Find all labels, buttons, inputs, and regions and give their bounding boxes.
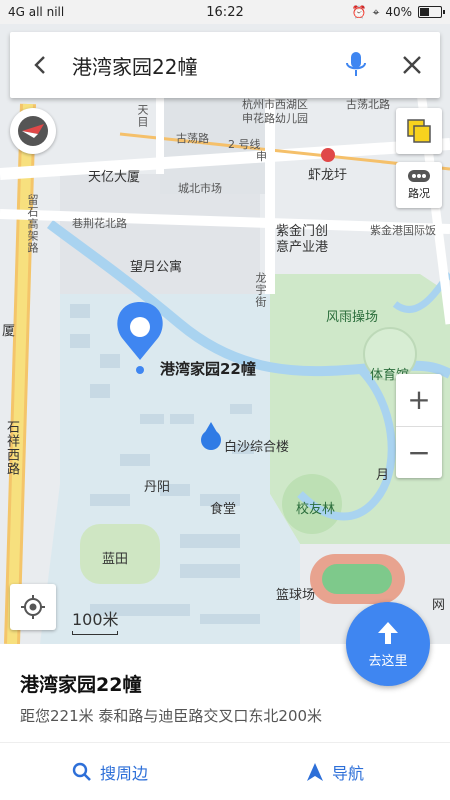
- close-icon: [403, 56, 421, 74]
- locate-button[interactable]: [10, 584, 56, 630]
- scale-label: 100米: [72, 610, 119, 629]
- map-label: 龙宇街: [254, 272, 267, 308]
- map-label: 巷荆花北路: [72, 217, 127, 230]
- map-label: 天目: [136, 104, 149, 128]
- map-label: 紫金港国际饭: [370, 224, 436, 237]
- status-right: ⏰ ⌖ 40%: [351, 4, 445, 20]
- map-label: 天亿大厦: [88, 170, 141, 185]
- microphone-icon: [346, 52, 366, 76]
- map-label: 虾龙圩: [308, 168, 348, 183]
- layers-button[interactable]: [396, 108, 442, 154]
- voice-search-button[interactable]: [328, 32, 384, 98]
- battery-percent: 40%: [385, 5, 412, 19]
- traffic-button[interactable]: 路况: [396, 162, 442, 208]
- map-label: 申花路幼儿园: [242, 112, 308, 125]
- status-bar: 4G all nill 16:22 ⏰ ⌖ 40%: [0, 0, 450, 24]
- place-subtitle: 距您221米 泰和路与迪臣路交叉口东北200米: [20, 707, 323, 725]
- battery-icon: [418, 6, 445, 18]
- map-label: 古荡北路: [346, 98, 390, 111]
- navigate-label: 导航: [332, 764, 365, 783]
- alarm-icon: ⏰: [351, 5, 367, 19]
- signal-text: 4G all nill: [8, 5, 65, 19]
- map-label: 月: [376, 468, 390, 483]
- card-divider: [0, 742, 450, 743]
- map-label: 丹阳: [144, 480, 171, 495]
- search-nearby-button[interactable]: 搜周边: [72, 752, 148, 792]
- location-icon: ⌖: [372, 4, 380, 19]
- map-label: 食堂: [210, 502, 237, 517]
- map-label: 蓝田: [102, 552, 129, 567]
- place-title: 港湾家园22幢: [20, 674, 142, 696]
- back-arrow-icon: [34, 56, 45, 74]
- crosshair-icon: [21, 595, 45, 619]
- map-label: 留石高架路: [26, 194, 39, 254]
- map-label: 古荡路: [176, 132, 209, 145]
- traffic-label: 路况: [408, 187, 430, 200]
- signal-indicators: 4G all nill: [8, 5, 64, 19]
- layers-icon: [407, 119, 431, 143]
- back-button[interactable]: [10, 32, 72, 98]
- map-label: 校友林: [296, 502, 336, 517]
- search-icon: [72, 762, 91, 781]
- map-label: 申: [256, 150, 267, 163]
- go-here-button[interactable]: 去这里: [346, 602, 430, 686]
- scale-bar: [72, 631, 118, 635]
- map-view[interactable]: 杭州市西湖区 申花路幼儿园 古荡北路 古荡路 2 号线 虾龙圩 天亿大厦 城北市…: [0, 24, 450, 644]
- map-label: 望月公寓: [130, 260, 183, 275]
- navigation-arrow-icon: [307, 763, 323, 781]
- map-label: 篮球场: [276, 588, 316, 603]
- traffic-icon: [408, 170, 430, 182]
- go-here-label: 去这里: [368, 653, 408, 669]
- search-input[interactable]: 港湾家园22幢: [72, 51, 328, 80]
- navigate-button[interactable]: 导航: [306, 752, 364, 792]
- map-label: 网: [432, 598, 446, 613]
- map-label: 厦: [2, 324, 16, 339]
- up-arrow-icon: [378, 621, 398, 644]
- zoom-out-button[interactable]: −: [396, 427, 442, 479]
- map-label: 风雨操场: [326, 310, 379, 325]
- map-label: 白沙综合楼: [224, 440, 290, 455]
- map-canvas: [0, 24, 450, 644]
- map-label: 石祥西路: [4, 420, 19, 476]
- search-bar[interactable]: 港湾家园22幢: [10, 32, 440, 98]
- zoom-in-button[interactable]: +: [396, 374, 442, 426]
- zoom-controls: + −: [396, 374, 442, 478]
- map-label: 城北市场: [178, 182, 222, 195]
- map-label: 意产业港: [276, 240, 329, 255]
- map-scale: 100米: [72, 606, 119, 635]
- search-nearby-label: 搜周边: [100, 764, 149, 783]
- compass-icon: [18, 116, 48, 146]
- clear-button[interactable]: [384, 32, 440, 98]
- poi-label: 港湾家园22幢: [160, 360, 256, 378]
- compass-button[interactable]: [10, 108, 56, 154]
